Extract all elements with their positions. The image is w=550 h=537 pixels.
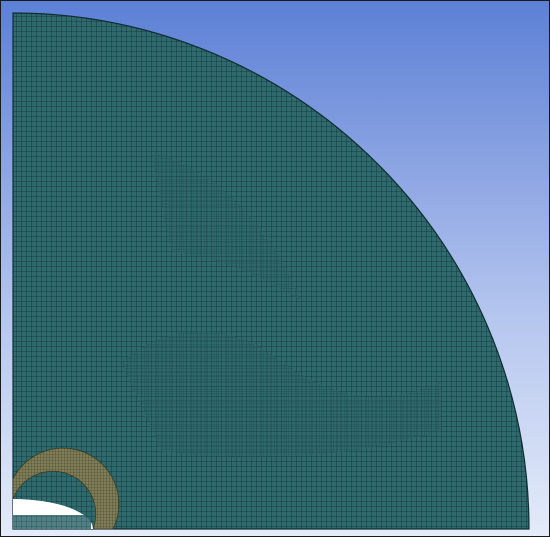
graphics-viewport[interactable] xyxy=(0,0,550,537)
mesh-view[interactable] xyxy=(1,1,549,536)
bottom-strip-mesh xyxy=(13,515,91,529)
